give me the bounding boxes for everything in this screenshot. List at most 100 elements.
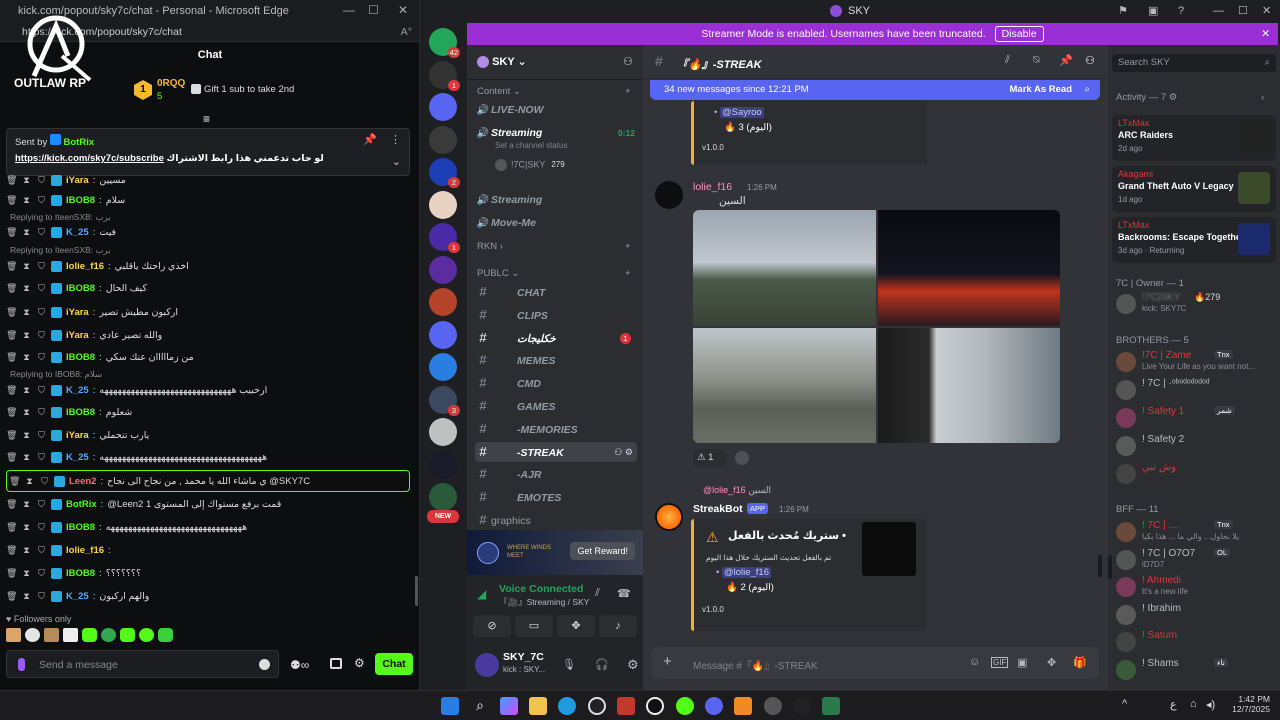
server-icon[interactable]: 1: [429, 223, 460, 253]
noise-suppression-icon[interactable]: ⫽: [595, 587, 600, 600]
category-content[interactable]: Content ⌄: [477, 86, 521, 97]
users-icon[interactable]: ⚉∞: [290, 658, 309, 672]
pin-icon[interactable]: 🗑: [6, 522, 17, 533]
chat-message[interactable]: 🗑 ⧗ ⛉ BotRix: @Leen2 1 قمت برفع مستواك إلى ا…: [6, 494, 410, 514]
chat-input[interactable]: Send a message: [6, 650, 279, 678]
bot-avatar[interactable]: [655, 503, 683, 531]
chat-username[interactable]: IBOB8: [66, 407, 95, 418]
pin-icon[interactable]: 🗑: [6, 545, 17, 556]
inbox-icon[interactable]: ⚑: [1118, 0, 1128, 22]
image-mountains[interactable]: [693, 210, 876, 326]
gif-icon[interactable]: GIF: [991, 657, 1009, 668]
app-icon[interactable]: [764, 697, 782, 715]
chat-send-button[interactable]: Chat: [375, 653, 413, 675]
user-avatar[interactable]: [655, 181, 683, 209]
chat-message[interactable]: 🗑 ⧗ ⛉ K_25: هههههههههههههههههههههههههههههههه…: [6, 447, 410, 467]
emote-icon[interactable]: [139, 628, 154, 642]
search-icon[interactable]: ⌕: [471, 697, 489, 715]
copilot-icon[interactable]: [500, 697, 518, 715]
emote-bar[interactable]: [6, 628, 196, 644]
pin-icon[interactable]: 🗑: [6, 283, 17, 294]
settings-icon[interactable]: ⚙: [627, 657, 639, 673]
member-owner[interactable]: !7C|SKY 🔥279 kick: SKY7C: [1116, 292, 1276, 316]
shield-icon[interactable]: ⛉: [36, 352, 47, 363]
minimize-icon[interactable]: —: [1213, 0, 1224, 22]
app-icon[interactable]: [822, 697, 840, 715]
scrollbar[interactable]: [1108, 555, 1112, 579]
get-reward-button[interactable]: Get Reward!: [570, 542, 635, 560]
add-reaction-icon[interactable]: [735, 451, 749, 465]
message-composer[interactable]: + Message #『🔥』-STREAK ☺ GIF ▣ ✥ 🎁: [651, 647, 1099, 679]
image-great-wall[interactable]: [693, 328, 876, 443]
server-icon[interactable]: [429, 450, 457, 479]
member-item[interactable]: ! Ahmedi It's a new life: [1116, 575, 1276, 599]
add-channel-icon[interactable]: +: [625, 86, 631, 97]
pinned-link[interactable]: https://kick.com/sky7c/subscribe: [15, 153, 164, 164]
pin-icon[interactable]: 🗑: [6, 499, 17, 510]
file-explorer-icon[interactable]: [529, 697, 547, 715]
app-icon[interactable]: [793, 697, 811, 715]
chevron-down-icon[interactable]: ⌄: [392, 155, 401, 168]
member-item[interactable]: ! Saturn: [1116, 630, 1276, 654]
pin-icon[interactable]: 🗑: [6, 407, 17, 418]
server-icon[interactable]: [429, 418, 457, 446]
chat-message[interactable]: 🗑 ⧗ ⛉ IBOB8: كيف الحال: [6, 278, 410, 298]
emoji-icon[interactable]: ☺: [969, 656, 980, 668]
timeout-icon[interactable]: ⧗: [21, 545, 32, 556]
text-channel[interactable]: # CMD: [475, 373, 637, 393]
voice-channel-name[interactable]: 『🎥』Streaming / SKY: [499, 596, 589, 608]
add-channel-icon[interactable]: +: [625, 241, 631, 252]
category-public[interactable]: PUBLC ⌄: [477, 268, 519, 279]
chat-username[interactable]: Leen2: [69, 476, 96, 487]
language-indicator[interactable]: ع: [1170, 698, 1177, 711]
banner-close-icon[interactable]: ✕: [1261, 23, 1270, 45]
chat-message[interactable]: 🗑 ⧗ ⛉ IBOB8: شعلوم: [6, 402, 410, 422]
pin-icon[interactable]: 🗑: [6, 195, 17, 206]
server-icon[interactable]: [429, 255, 457, 284]
reply-indicator[interactable]: Replying to IteenSXB: برب: [10, 245, 111, 256]
shield-icon[interactable]: ⛉: [36, 522, 47, 533]
chat-message[interactable]: 🗑 ⧗ ⛉ lolie_f16: اخذي راحتك ياقلبي: [6, 256, 410, 276]
image-city-night[interactable]: [878, 210, 1060, 326]
timeout-icon[interactable]: ⧗: [21, 385, 32, 396]
member-item[interactable]: ! Safety 1 شمر: [1116, 406, 1276, 430]
server-icon[interactable]: 3: [429, 385, 460, 416]
timeout-icon[interactable]: ⧗: [21, 352, 32, 363]
reply-preview[interactable]: @lolie_f16 السين: [703, 485, 771, 496]
timeout-icon[interactable]: ⧗: [21, 591, 32, 602]
text-channel[interactable]: # MEMES: [475, 350, 637, 370]
promo-banner[interactable]: WHERE WINDS MEET Get Reward!: [467, 530, 643, 576]
gift-icon[interactable]: 🎁: [1073, 656, 1087, 669]
image-wall-view[interactable]: [878, 328, 1060, 443]
shield-icon[interactable]: ⛉: [36, 195, 47, 206]
chat-username[interactable]: K_25: [66, 385, 89, 396]
chat-username[interactable]: IBOB8: [66, 352, 95, 363]
timeout-icon[interactable]: ⧗: [21, 330, 32, 341]
pin-icon[interactable]: 🗑: [6, 307, 17, 318]
network-icon[interactable]: ⌂: [1190, 698, 1197, 710]
add-member-icon[interactable]: ⚇: [623, 55, 633, 68]
chat-username[interactable]: IBOB8: [66, 568, 95, 579]
emoji-icon[interactable]: [259, 659, 270, 670]
channel-status[interactable]: Set a channel status: [495, 141, 568, 150]
add-channel-icon[interactable]: +: [625, 268, 631, 279]
user-name[interactable]: SKY_7C: [503, 651, 544, 663]
activity-card[interactable]: LTxMax ARC Raiders 2d ago: [1112, 115, 1276, 161]
chat-username[interactable]: lolie_f16: [66, 545, 104, 556]
server-icon[interactable]: 42: [429, 28, 460, 58]
collapse-icon[interactable]: ≡: [203, 112, 210, 126]
shield-icon[interactable]: ⛉: [36, 175, 47, 186]
threads-icon[interactable]: ⫽: [1005, 54, 1010, 67]
member-item[interactable]: !7C | Zame Tnx Live Your Life as you want …: [1116, 350, 1276, 374]
settings-icon[interactable]: ⚙: [354, 656, 365, 670]
embed-mention[interactable]: @Sayroo: [719, 107, 764, 118]
pin-icon[interactable]: 🗑: [9, 476, 20, 487]
discord-icon[interactable]: [705, 697, 723, 715]
emote-icon[interactable]: [44, 628, 59, 642]
category-rkn[interactable]: RKN ›: [477, 241, 503, 252]
text-channel[interactable]: # graphics: [475, 510, 637, 530]
server-header[interactable]: SKY ⌄: [477, 55, 527, 69]
pinned-message[interactable]: Sent by BotRix https://kick.com/sky7c/su…: [6, 128, 410, 176]
text-channel[interactable]: # CLIPS: [475, 305, 637, 325]
shield-icon[interactable]: ⛉: [36, 261, 47, 272]
